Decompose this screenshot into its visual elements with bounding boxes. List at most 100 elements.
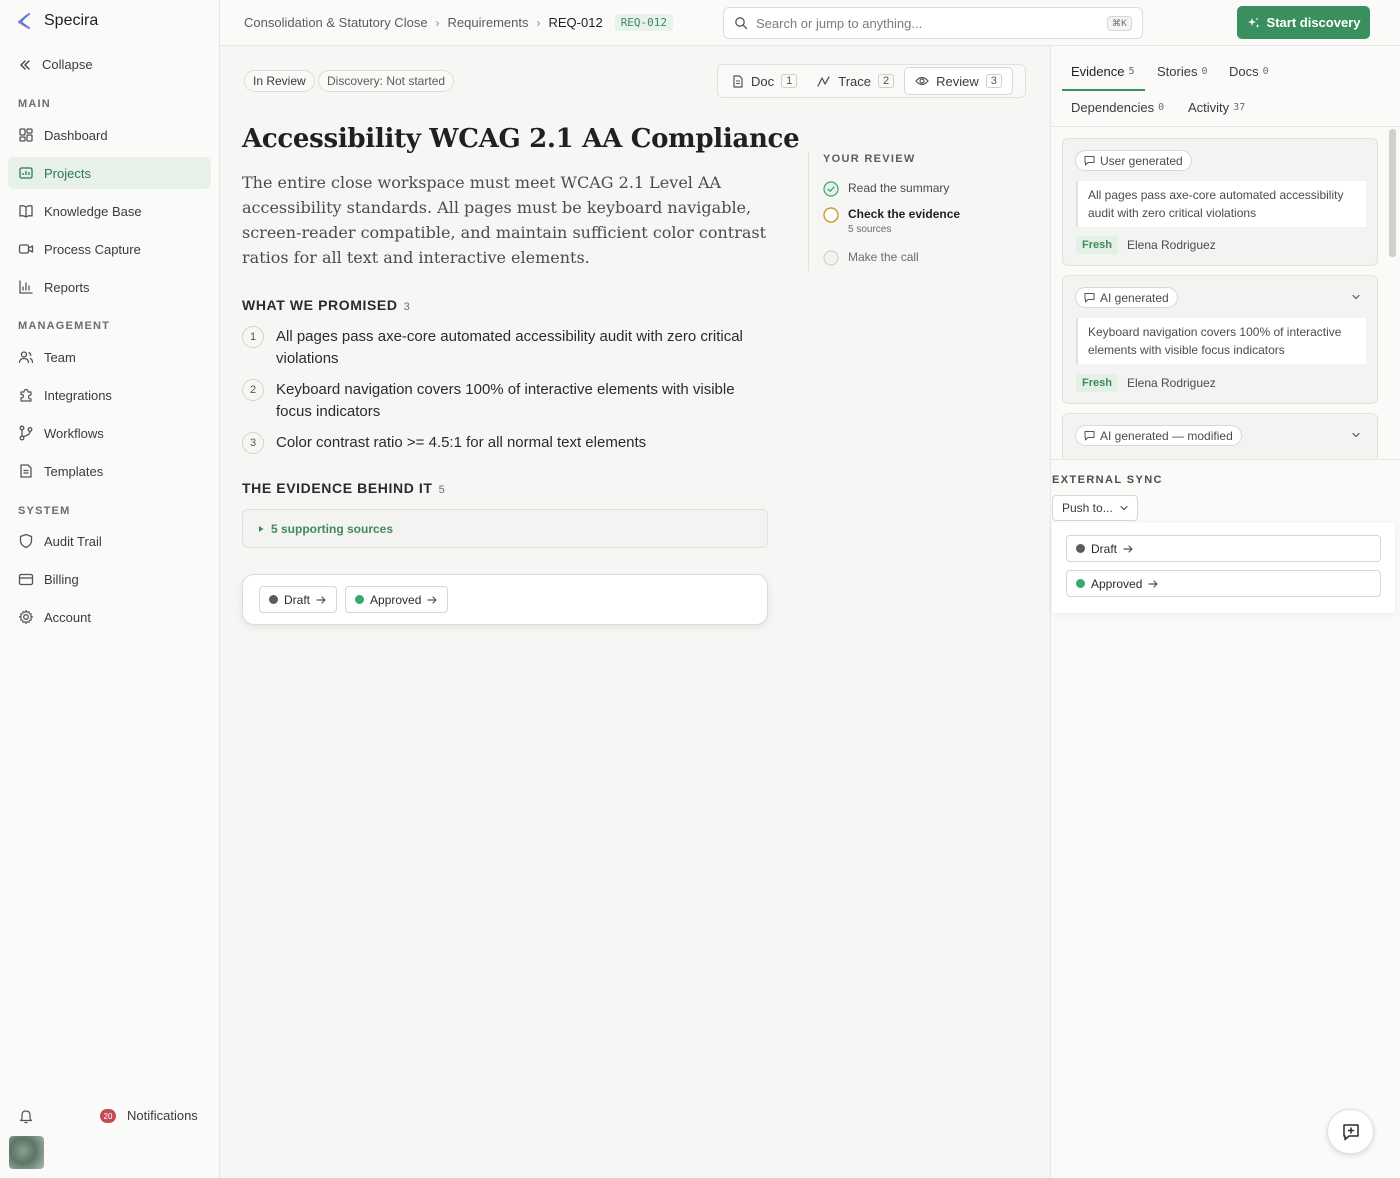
- evidence-source-label: User generated: [1100, 153, 1183, 168]
- scrollbar[interactable]: [1389, 129, 1396, 257]
- collapse-label: Collapse: [42, 57, 93, 72]
- review-step-label: Read the summary: [848, 181, 950, 195]
- evidence-card[interactable]: User generated All pages pass axe-core a…: [1062, 138, 1378, 266]
- supporting-sources-label: 5 supporting sources: [271, 521, 394, 536]
- sidebar-item-projects[interactable]: Projects: [8, 157, 211, 189]
- right-panel: Evidence 5 Stories 0 Docs 0 Dependencies 0 A…: [1050, 46, 1400, 1178]
- sidebar-item-team[interactable]: Team: [8, 341, 211, 373]
- sidebar-item-templates[interactable]: Templates: [8, 455, 211, 487]
- push-to-label: Push to...: [1062, 501, 1113, 515]
- tab-review-label: Review: [936, 73, 979, 89]
- evidence-meta: Fresh Elena Rodriguez: [1076, 374, 1216, 392]
- menu-item-approved[interactable]: Approved: [1066, 570, 1381, 597]
- sidebar-item-process-capture[interactable]: Process Capture: [8, 233, 211, 265]
- eye-icon: [915, 76, 929, 86]
- collapse-button[interactable]: Collapse: [18, 57, 93, 72]
- tab-label: Activity: [1188, 100, 1230, 115]
- evidence-card[interactable]: AI generated Keyboard navigation covers …: [1062, 275, 1378, 404]
- avatar[interactable]: [9, 1136, 44, 1169]
- tab-label: Stories: [1157, 64, 1198, 79]
- brand[interactable]: Specira: [14, 10, 98, 32]
- tab-doc-label: Doc: [751, 73, 775, 89]
- sidebar-item-label: Templates: [44, 463, 104, 479]
- start-discovery-label: Start discovery: [1266, 15, 1361, 30]
- dashboard-icon: [19, 128, 33, 142]
- promise-text: Keyboard navigation covers 100% of inter…: [276, 381, 735, 420]
- feedback-button[interactable]: [1327, 1109, 1374, 1154]
- caret-right-icon: [259, 525, 264, 532]
- promised-count: 3: [403, 301, 411, 313]
- evidence-author: Elena Rodriguez: [1126, 376, 1216, 390]
- status-dot: [355, 595, 365, 604]
- tab-activity[interactable]: Activity 37: [1188, 100, 1245, 115]
- review-step-make-call[interactable]: Make the call: [823, 250, 919, 266]
- list-item: 1 All pages pass axe-core automated acce…: [242, 326, 772, 370]
- menu-item-draft[interactable]: Draft: [1066, 535, 1381, 562]
- external-sync-heading: EXTERNAL SYNC: [1052, 474, 1163, 486]
- sidebar-item-label: Dashboard: [44, 127, 108, 143]
- sidebar-item-workflows[interactable]: Workflows: [8, 417, 211, 449]
- tab-label: Dependencies: [1071, 100, 1155, 115]
- tab-trace-label: Trace: [838, 73, 871, 89]
- tab-evidence[interactable]: Evidence 5: [1071, 64, 1135, 79]
- app-name: Specira: [44, 12, 99, 29]
- sidebar-item-knowledge-base[interactable]: Knowledge Base: [8, 195, 211, 227]
- tab-label: Docs: [1229, 64, 1259, 79]
- promised-heading: WHAT WE PROMISED 3: [242, 297, 410, 313]
- breadcrumb-requirements[interactable]: Requirements: [448, 15, 529, 30]
- evidence-list[interactable]: User generated All pages pass axe-core a…: [1051, 127, 1400, 460]
- review-step-label: Check the evidence: [848, 207, 961, 221]
- approved-button[interactable]: Approved: [345, 586, 449, 613]
- sidebar-item-integrations[interactable]: Integrations: [8, 379, 211, 411]
- tab-docs[interactable]: Docs 0: [1229, 64, 1269, 79]
- tab-dependencies[interactable]: Dependencies 0: [1071, 100, 1164, 115]
- sidebar-item-label: Projects: [44, 165, 91, 181]
- sidebar-item-label: Knowledge Base: [44, 203, 142, 219]
- sidebar-item-label: Team: [44, 349, 76, 365]
- tab-stories[interactable]: Stories 0: [1157, 64, 1208, 79]
- arrow-right-icon: [1148, 579, 1158, 588]
- tab-count: 0: [1158, 102, 1165, 113]
- sidebar-item-reports[interactable]: Reports: [8, 271, 211, 303]
- draft-button[interactable]: Draft: [259, 586, 338, 613]
- breadcrumb-project[interactable]: Consolidation & Statutory Close: [244, 15, 428, 30]
- trace-icon: [817, 75, 830, 87]
- puzzle-icon: [20, 388, 32, 402]
- sidebar-item-label: Account: [44, 609, 91, 625]
- evidence-source-tag: User generated: [1075, 150, 1192, 171]
- promised-heading-label: WHAT WE PROMISED: [242, 297, 398, 313]
- tab-count: 0: [1201, 66, 1208, 77]
- tab-trace[interactable]: Trace 2: [807, 67, 904, 95]
- sidebar-item-audit-trail[interactable]: Audit Trail: [8, 525, 211, 557]
- search-input[interactable]: [756, 15, 1099, 31]
- sparkle-icon: [1247, 17, 1260, 28]
- active-tab-indicator: [1062, 89, 1145, 91]
- list-item: 2 Keyboard navigation covers 100% of int…: [242, 379, 772, 423]
- sidebar-item-billing[interactable]: Billing: [8, 563, 211, 595]
- start-discovery-button[interactable]: Start discovery: [1237, 6, 1370, 39]
- evidence-card[interactable]: AI generated — modified: [1062, 413, 1378, 459]
- tab-review[interactable]: Review 3: [904, 67, 1013, 95]
- tab-doc[interactable]: Doc 1: [722, 67, 807, 95]
- evidence-count: 5: [438, 484, 446, 496]
- notifications-button[interactable]: 20 Notifications: [18, 1106, 208, 1126]
- search-bar[interactable]: ⌘K: [723, 7, 1143, 39]
- tab-doc-number: 1: [781, 74, 798, 88]
- comment-icon: [1084, 293, 1095, 303]
- video-camera-icon: [18, 244, 34, 254]
- section-label-main: MAIN: [18, 98, 51, 110]
- sidebar-item-dashboard[interactable]: Dashboard: [8, 119, 211, 151]
- chevron-down-icon[interactable]: [1351, 292, 1361, 302]
- gear-icon: [18, 609, 34, 625]
- view-mode-switcher: Doc 1 Trace 2 Review 3: [717, 64, 1026, 98]
- review-step-read-summary[interactable]: Read the summary: [823, 181, 949, 197]
- requirement-description: The entire close workspace must meet WCA…: [242, 173, 767, 267]
- sidebar: Specira Collapse MAIN Dashboard Projects…: [0, 0, 220, 1178]
- supporting-sources-toggle[interactable]: 5 supporting sources: [242, 509, 768, 548]
- review-step-label: Make the call: [848, 250, 919, 264]
- review-step-check-evidence[interactable]: Check the evidence 5 sources: [823, 207, 960, 235]
- push-to-dropdown[interactable]: Push to...: [1052, 495, 1138, 521]
- sidebar-item-account[interactable]: Account: [8, 601, 211, 633]
- chevron-down-icon[interactable]: [1351, 430, 1361, 440]
- tab-trace-number: 2: [878, 74, 895, 88]
